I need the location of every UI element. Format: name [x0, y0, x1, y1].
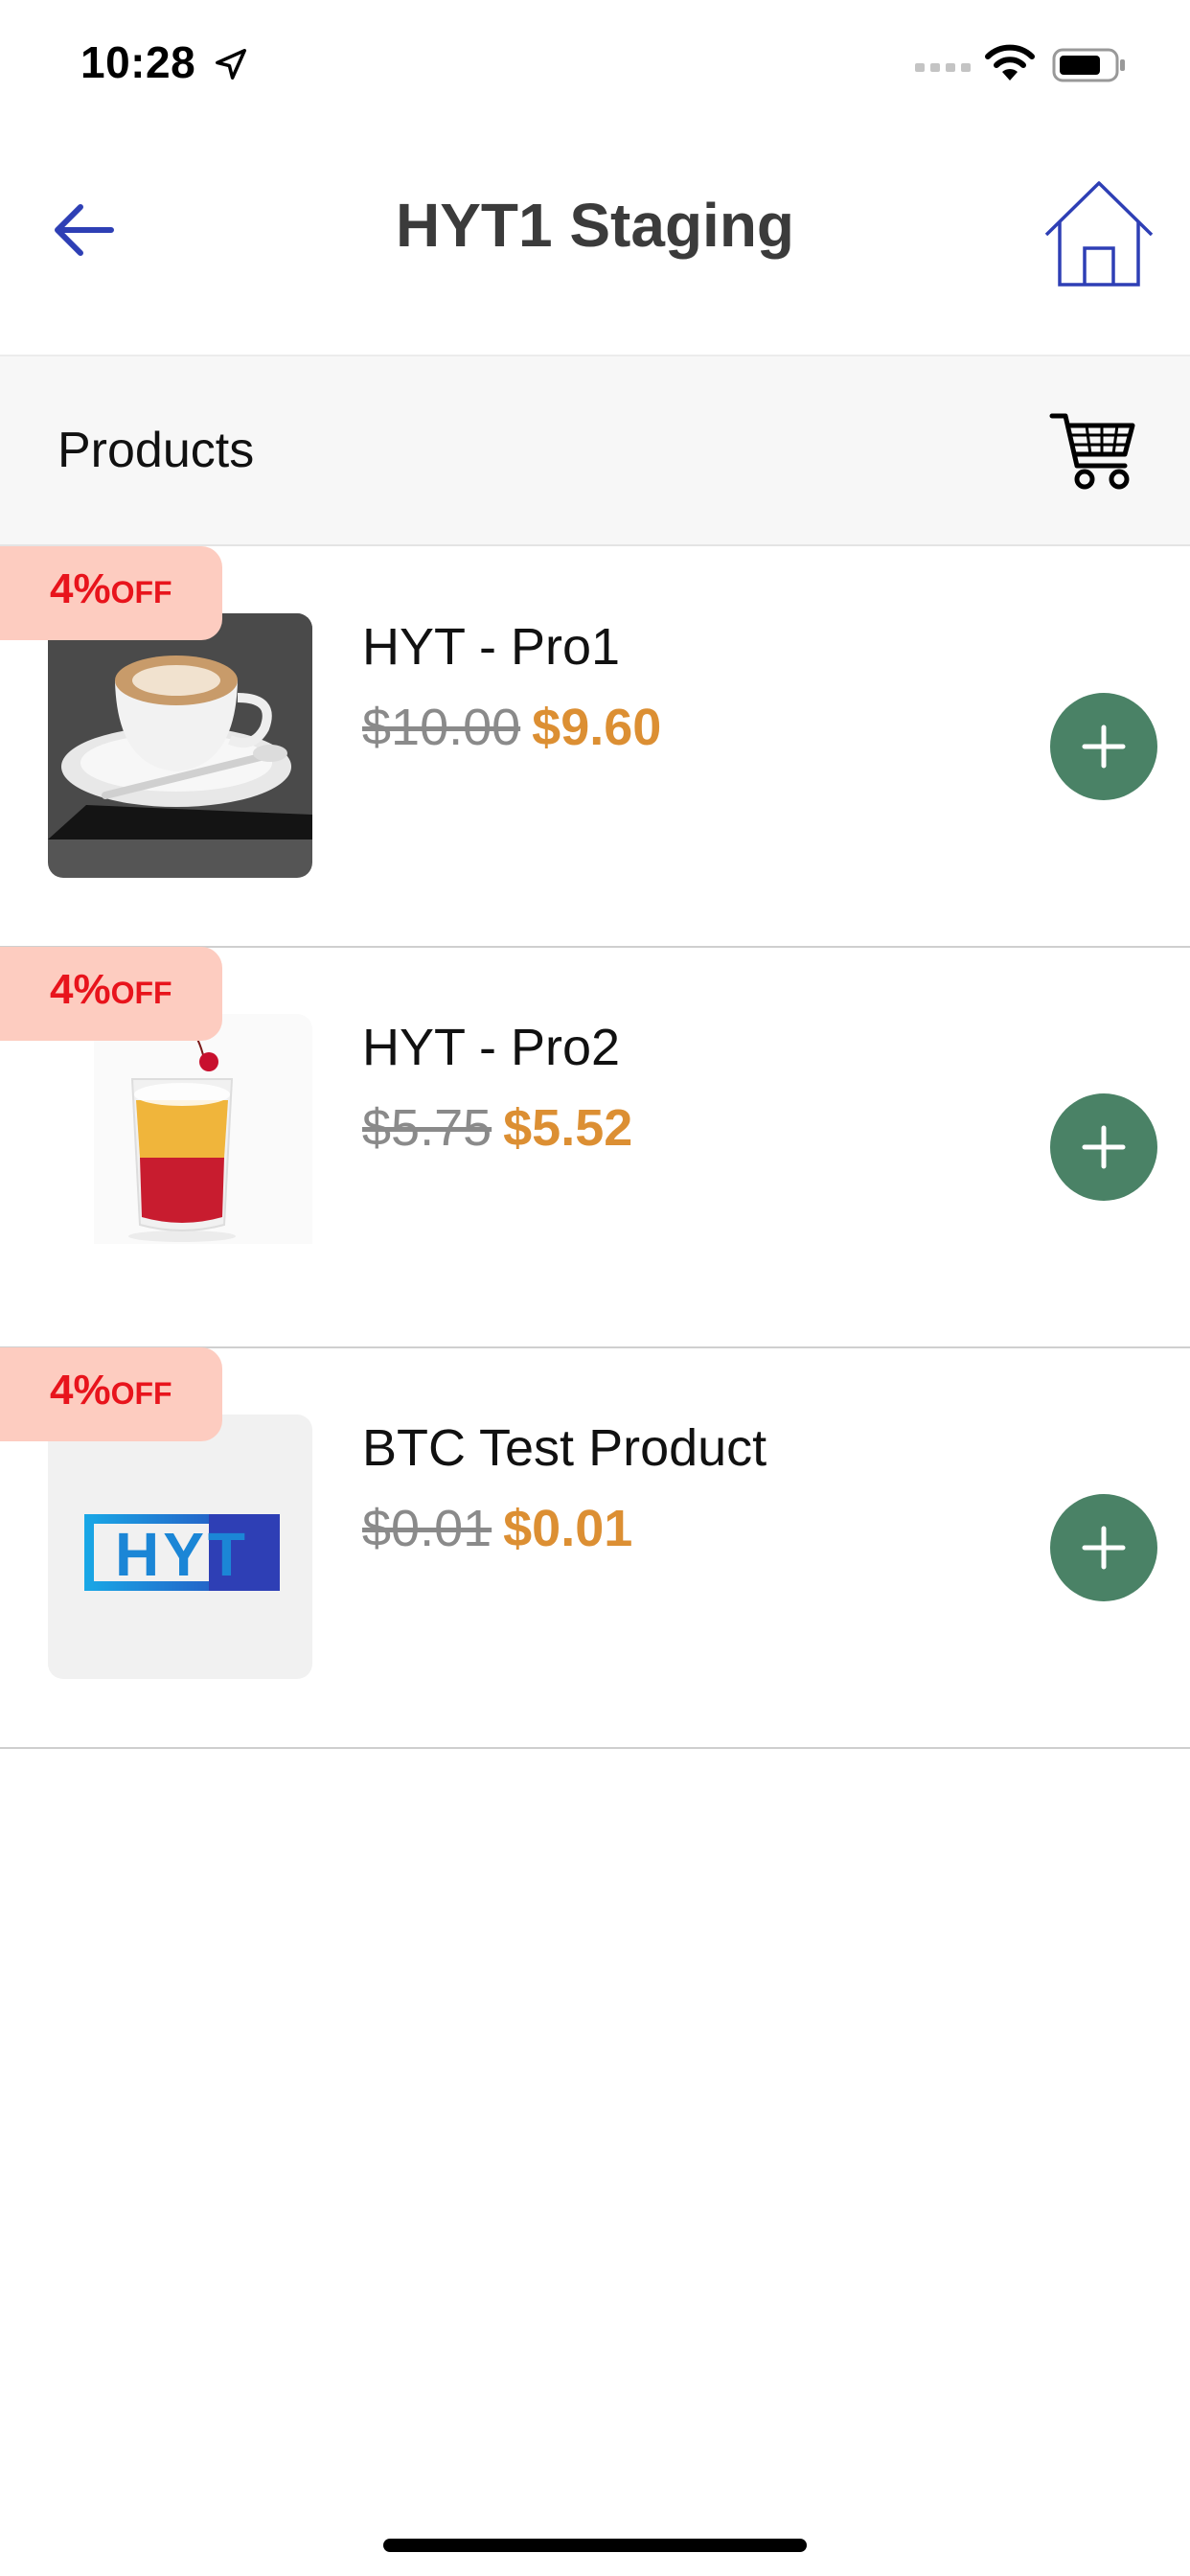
discount-suffix: OFF	[110, 575, 172, 610]
add-to-cart-button[interactable]	[1050, 1494, 1157, 1601]
add-to-cart-button[interactable]	[1050, 693, 1157, 800]
wifi-icon	[985, 44, 1035, 80]
iced-drink-image	[48, 1014, 312, 1244]
sale-price: $0.01	[503, 1500, 633, 1557]
discount-suffix: OFF	[110, 976, 172, 1010]
location-arrow-icon	[216, 49, 246, 80]
plus-icon	[1082, 1526, 1126, 1570]
battery-icon	[1052, 48, 1125, 82]
original-price: $0.01	[362, 1500, 492, 1557]
plus-icon	[1082, 1125, 1126, 1169]
product-name: BTC Test Product	[362, 1419, 767, 1477]
status-bar: 10:28	[0, 0, 1190, 129]
page-title: HYT1 Staging	[395, 191, 795, 260]
discount-percent: 4%	[50, 1367, 111, 1414]
arrow-left-icon	[55, 204, 114, 256]
discount-badge: 4%OFF	[0, 1347, 222, 1441]
hyt-logo-text: HYT	[115, 1520, 249, 1589]
product-price: $0.01 $0.01	[362, 1499, 632, 1558]
discount-percent: 4%	[50, 565, 111, 612]
home-icon	[1044, 181, 1154, 287]
product-name: HYT - Pro2	[362, 1019, 621, 1076]
discount-percent: 4%	[50, 966, 111, 1013]
original-price: $10.00	[362, 699, 521, 756]
discount-suffix: OFF	[110, 1376, 172, 1411]
product-image	[48, 613, 312, 878]
add-to-cart-button[interactable]	[1050, 1093, 1157, 1201]
product-image: HYT	[48, 1414, 312, 1679]
hyt-logo-image: HYT	[84, 1514, 280, 1591]
home-button[interactable]	[1042, 177, 1156, 290]
plus-icon	[1082, 724, 1126, 769]
product-price: $10.00 $9.60	[362, 698, 661, 757]
discount-badge: 4%OFF	[0, 947, 222, 1041]
status-time: 10:28	[80, 37, 196, 87]
sale-price: $9.60	[532, 699, 662, 756]
back-button[interactable]	[48, 192, 134, 268]
discount-badge: 4%OFF	[0, 546, 222, 640]
coffee-cup-image	[48, 613, 312, 840]
cart-button[interactable]	[1048, 410, 1138, 493]
home-indicator[interactable]	[383, 2539, 807, 2552]
original-price: $5.75	[362, 1099, 492, 1157]
sale-price: $5.52	[503, 1099, 633, 1157]
product-price: $5.75 $5.52	[362, 1098, 632, 1158]
product-image	[48, 1014, 312, 1278]
product-name: HYT - Pro1	[362, 618, 621, 676]
shopping-cart-icon	[1049, 413, 1135, 490]
cellular-signal-icon	[915, 63, 971, 72]
products-label: Products	[57, 423, 255, 478]
